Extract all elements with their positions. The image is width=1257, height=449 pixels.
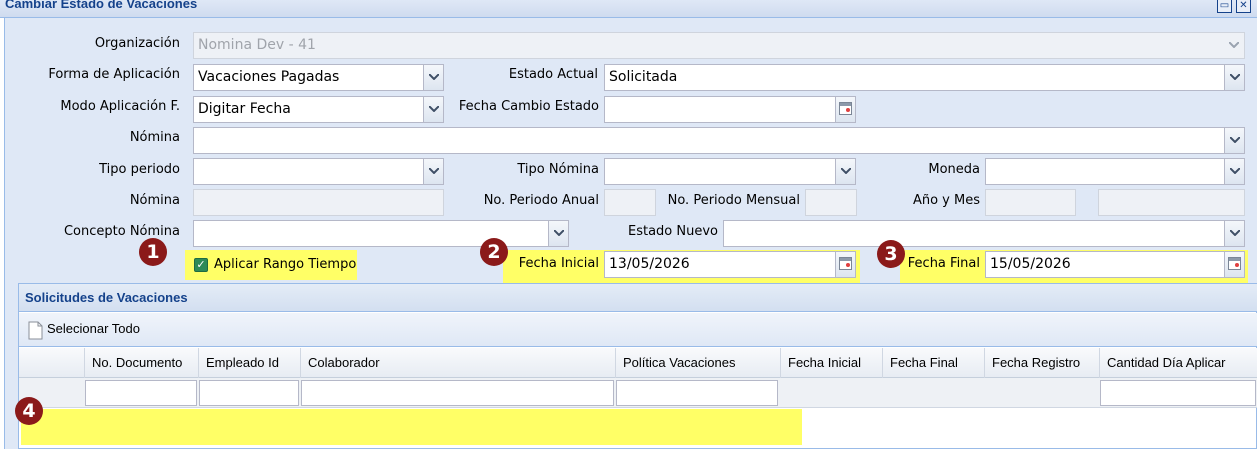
solicitudes-grid: Solicitudes de Vacaciones Selecionar Tod… [18, 283, 1257, 449]
chevron-down-icon[interactable] [835, 159, 855, 184]
fecha-final-field[interactable]: 15/05/2026 [985, 251, 1245, 278]
forma-aplicacion-combo[interactable]: Vacaciones Pagadas [193, 64, 444, 91]
modo-aplicacion-label: Modo Aplicación F. [60, 99, 180, 114]
nomina-readonly-label: Nómina [129, 193, 180, 208]
col-politica-vacaciones[interactable]: Política Vacaciones [616, 348, 781, 378]
window-title: Cambiar Estado de Vacaciones [5, 0, 198, 11]
estado-nuevo-combo[interactable] [723, 220, 1245, 247]
estado-actual-label: Estado Actual [508, 67, 598, 82]
col-empleado-id[interactable]: Empleado Id [199, 348, 301, 378]
filter-no-documento[interactable] [85, 380, 197, 406]
tipo-periodo-label: Tipo periodo [99, 162, 180, 177]
filter-colaborador[interactable] [301, 380, 614, 406]
col-checkbox [19, 348, 85, 378]
close-icon[interactable]: ✕ [1236, 0, 1251, 13]
nomina-combo[interactable] [193, 127, 1245, 154]
chevron-down-icon[interactable] [423, 159, 443, 184]
organizacion-combo: Nomina Dev - 41 [193, 32, 1245, 59]
col-no-documento[interactable]: No. Documento [85, 348, 199, 378]
no-periodo-mensual-label: No. Periodo Mensual [667, 193, 800, 208]
anio-mes-label: Año y Mes [912, 193, 980, 208]
moneda-combo[interactable] [985, 158, 1245, 185]
no-periodo-anual-label: No. Periodo Anual [483, 193, 599, 208]
nomina-readonly-field [193, 189, 444, 216]
chevron-down-icon[interactable] [548, 221, 568, 246]
aplicar-rango-checkbox[interactable]: ✓ [194, 258, 208, 272]
tipo-nomina-label: Tipo Nómina [517, 162, 599, 177]
organizacion-value: Nomina Dev - 41 [198, 37, 316, 53]
annotation-badge-2: 2 [480, 238, 508, 266]
mes-field [1098, 189, 1245, 216]
filter-cantidad-dia-aplicar[interactable] [1100, 380, 1256, 406]
concepto-nomina-combo[interactable] [193, 220, 569, 247]
select-all-icon[interactable] [27, 321, 44, 341]
anio-field [985, 189, 1076, 216]
fecha-final-value: 15/05/2026 [990, 256, 1071, 272]
col-fecha-inicial[interactable]: Fecha Inicial [781, 348, 883, 378]
window-titlebar: Cambiar Estado de Vacaciones ▭ ✕ [0, 0, 1257, 18]
modo-aplicacion-value: Digitar Fecha [198, 101, 291, 117]
calendar-icon[interactable] [835, 252, 855, 277]
col-fecha-final[interactable]: Fecha Final [883, 348, 985, 378]
estado-nuevo-label: Estado Nuevo [628, 224, 718, 239]
moneda-label: Moneda [928, 162, 980, 177]
calendar-icon[interactable] [835, 97, 855, 122]
no-periodo-anual-field [604, 189, 656, 216]
chevron-down-icon[interactable] [1224, 221, 1244, 246]
grid-header: No. Documento Empleado Id Colaborador Po… [19, 348, 1257, 378]
highlight-grid-rows [21, 409, 802, 445]
col-cantidad-dia-aplicar[interactable]: Cantidad Día Aplicar [1100, 348, 1257, 378]
organizacion-label: Organización [94, 36, 180, 51]
forma-aplicacion-label: Forma de Aplicación [48, 67, 180, 82]
calendar-icon[interactable] [1224, 252, 1244, 277]
tipo-nomina-combo[interactable] [604, 158, 856, 185]
chevron-down-icon[interactable] [1224, 159, 1244, 184]
chevron-down-icon [1224, 33, 1244, 58]
maximize-icon[interactable]: ▭ [1217, 0, 1232, 13]
fecha-cambio-estado-field[interactable] [604, 96, 856, 123]
chevron-down-icon[interactable] [1224, 65, 1244, 90]
chevron-down-icon[interactable] [423, 65, 443, 90]
chevron-down-icon[interactable] [1224, 128, 1244, 153]
col-fecha-registro[interactable]: Fecha Registro [985, 348, 1100, 378]
grid-title: Solicitudes de Vacaciones [25, 290, 188, 305]
fecha-inicial-label: Fecha Inicial [518, 256, 599, 271]
modo-aplicacion-combo[interactable]: Digitar Fecha [193, 96, 444, 123]
filter-politica-vacaciones[interactable] [616, 380, 778, 406]
grid-toolbar: Selecionar Todo [19, 313, 1257, 347]
concepto-nomina-label: Concepto Nómina [63, 224, 180, 239]
grid-filter-row [19, 378, 1257, 408]
filter-empleado-id[interactable] [199, 380, 299, 406]
tipo-periodo-combo[interactable] [193, 158, 444, 185]
estado-actual-combo[interactable]: Solicitada [604, 64, 1245, 91]
col-colaborador[interactable]: Colaborador [301, 348, 616, 378]
estado-actual-value: Solicitada [609, 69, 678, 85]
forma-aplicacion-value: Vacaciones Pagadas [198, 69, 340, 85]
fecha-final-label: Fecha Final [907, 256, 980, 271]
fecha-inicial-field[interactable]: 13/05/2026 [604, 251, 856, 278]
fecha-inicial-value: 13/05/2026 [609, 256, 690, 272]
select-all-button[interactable]: Selecionar Todo [47, 321, 140, 336]
annotation-badge-3: 3 [877, 240, 905, 268]
fecha-cambio-estado-label: Fecha Cambio Estado [458, 99, 599, 114]
no-periodo-mensual-field [805, 189, 857, 216]
annotation-badge-1: 1 [139, 238, 167, 266]
aplicar-rango-label[interactable]: Aplicar Rango Tiempo [214, 257, 356, 272]
nomina-label: Nómina [129, 130, 180, 145]
annotation-badge-4: 4 [15, 397, 43, 425]
grid-title-bar: Solicitudes de Vacaciones [19, 284, 1257, 312]
